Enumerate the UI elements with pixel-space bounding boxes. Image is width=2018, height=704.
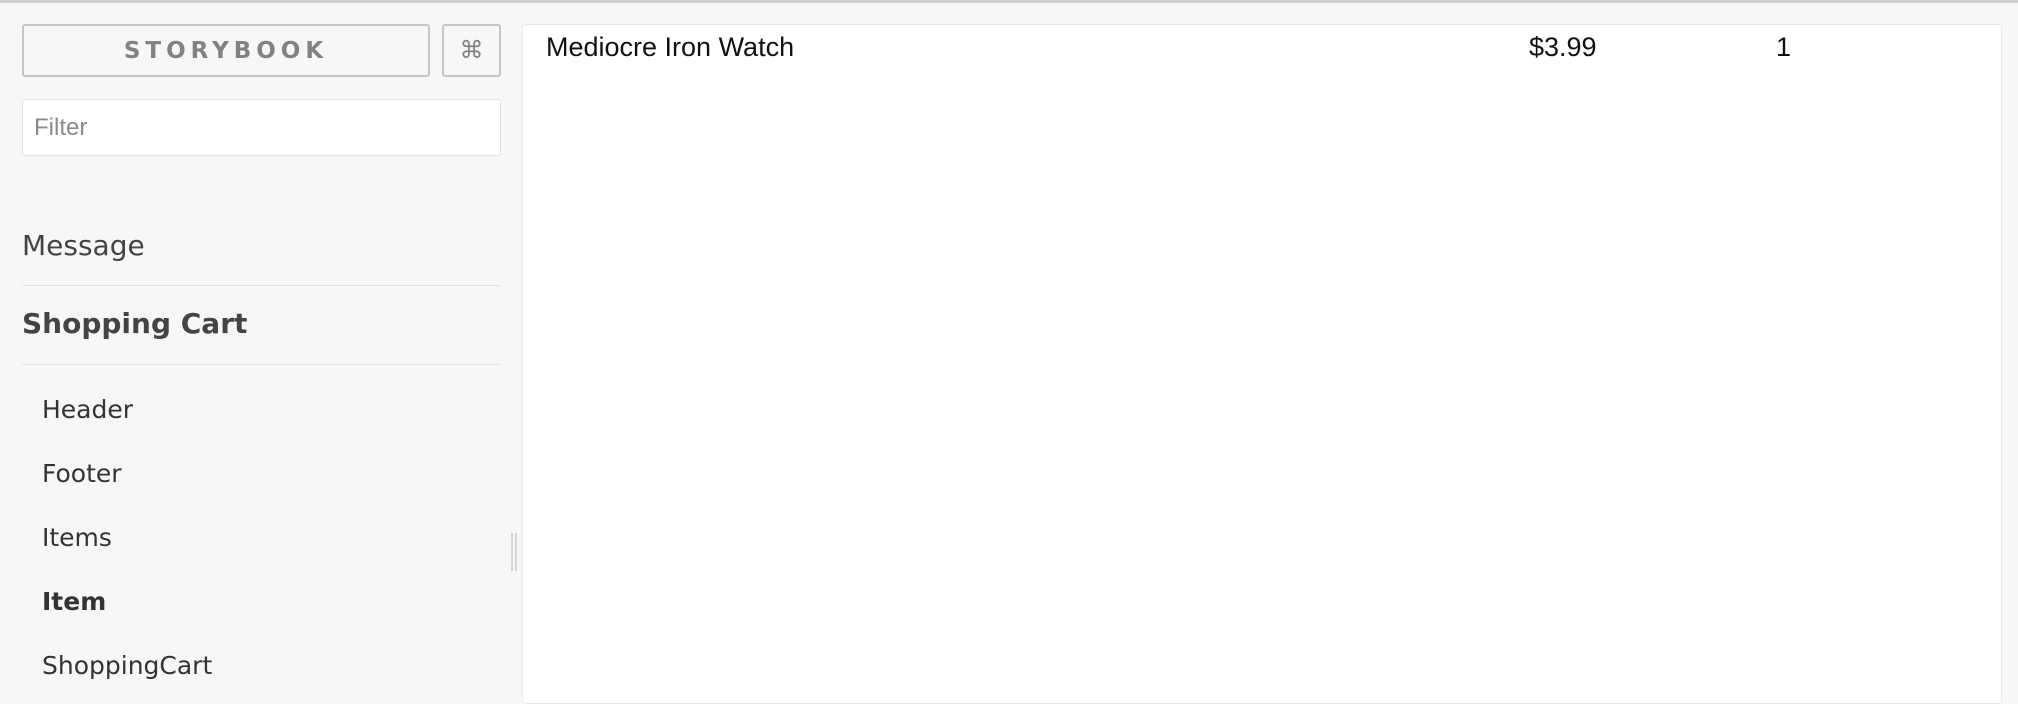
item-price: $3.99 [1529,32,1597,62]
story-preview-panel: Mediocre Iron Watch $3.99 1 [522,24,2002,704]
story-footer[interactable]: Footer [42,459,122,488]
command-key-icon: ⌘ [459,37,484,64]
kind-shopping-cart[interactable]: Shopping Cart [22,307,500,365]
cart-item-row: Mediocre Iron Watch $3.99 1 [523,25,2001,71]
story-header[interactable]: Header [42,395,133,424]
story-shoppingcart[interactable]: ShoppingCart [42,651,212,680]
story-item-selected[interactable]: Item [42,587,106,616]
storybook-brand-button[interactable]: STORYBOOK [22,24,430,77]
sidebar: STORYBOOK ⌘ Message Shopping Cart Header… [0,3,510,692]
item-name: Mediocre Iron Watch [546,32,795,62]
filter-input[interactable] [22,99,501,156]
sidebar-resize-handle[interactable] [511,533,517,571]
keyboard-shortcuts-button[interactable]: ⌘ [442,24,501,77]
story-items[interactable]: Items [42,523,112,552]
item-quantity: 1 [1776,32,1792,62]
kind-message[interactable]: Message [22,229,500,286]
